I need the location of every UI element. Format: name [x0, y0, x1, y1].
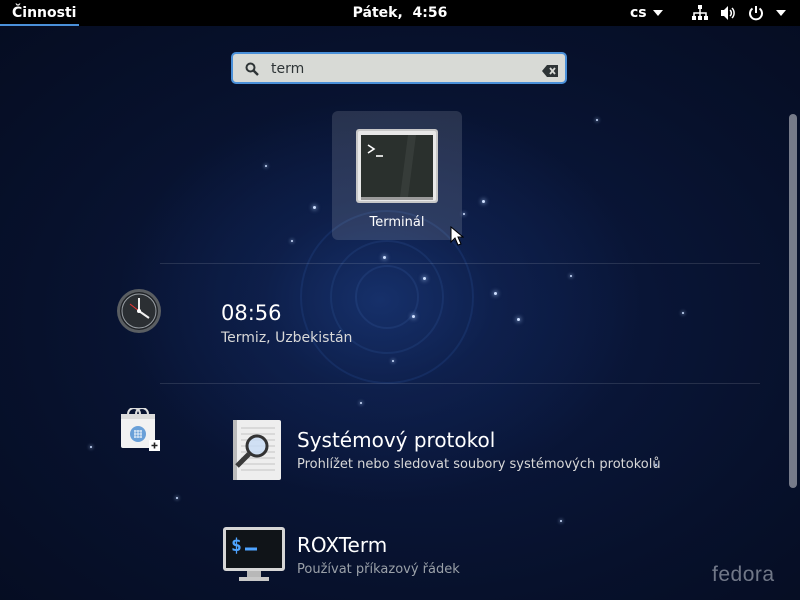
result-title: Systémový protokol — [297, 428, 496, 452]
result-location: Termiz, Uzbekistán — [221, 330, 353, 346]
activities-indicator — [0, 24, 79, 26]
background-star — [482, 200, 485, 203]
app-label: Terminál — [369, 215, 425, 230]
background-star — [383, 256, 386, 259]
system-log-icon — [231, 420, 283, 484]
software-app-icon[interactable] — [120, 407, 162, 456]
results-scrollbar[interactable] — [789, 114, 797, 488]
chevron-down-icon — [776, 10, 786, 16]
clear-text-icon[interactable] — [542, 62, 558, 81]
result-subtitle: Prohlížet nebo sledovat soubory systémov… — [297, 457, 661, 472]
keyboard-layout-label: cs — [630, 5, 647, 21]
top-bar: Činnosti Pátek, 4:56 cs — [0, 0, 800, 26]
background-star — [494, 292, 497, 295]
result-title: ROXTerm — [297, 533, 388, 557]
background-star — [463, 213, 465, 215]
background-star — [412, 315, 415, 318]
background-star — [313, 206, 316, 209]
background-star — [682, 312, 684, 314]
search-input[interactable] — [271, 58, 521, 80]
background-star — [392, 360, 394, 362]
background-star — [517, 318, 520, 321]
search-icon — [245, 61, 259, 80]
background-star — [596, 119, 598, 121]
background-swirl — [355, 265, 419, 329]
activities-button[interactable]: Činnosti — [0, 0, 88, 26]
terminal-icon — [356, 129, 438, 203]
volume-icon — [720, 5, 736, 21]
search-entry[interactable] — [231, 52, 567, 84]
app-result-terminal[interactable]: Terminál — [332, 111, 462, 240]
keyboard-layout-menu[interactable]: cs — [630, 0, 663, 26]
background-star — [176, 497, 178, 499]
mouse-pointer-icon — [450, 225, 465, 250]
background-star — [291, 240, 293, 242]
results-separator — [160, 263, 760, 264]
chevron-down-icon — [652, 10, 663, 16]
svg-text:$: $ — [231, 535, 242, 556]
clock-button[interactable]: Pátek, 4:56 — [353, 5, 448, 21]
background-star — [560, 520, 562, 522]
background-star — [360, 402, 362, 404]
network-wired-icon — [692, 5, 708, 21]
background-star — [423, 277, 426, 280]
result-time: 08:56 — [221, 301, 282, 325]
roxterm-icon: $ — [223, 527, 285, 587]
results-separator — [160, 383, 760, 384]
result-subtitle: Používat příkazový řádek — [297, 562, 460, 577]
power-icon — [748, 5, 764, 21]
clocks-app-icon[interactable] — [116, 288, 162, 338]
background-star — [570, 275, 572, 277]
clock-area: Pátek, 4:56 — [0, 0, 800, 26]
background-star — [90, 446, 92, 448]
fedora-watermark: fedora — [712, 563, 775, 586]
background-star — [265, 165, 267, 167]
system-menu[interactable] — [692, 0, 786, 26]
